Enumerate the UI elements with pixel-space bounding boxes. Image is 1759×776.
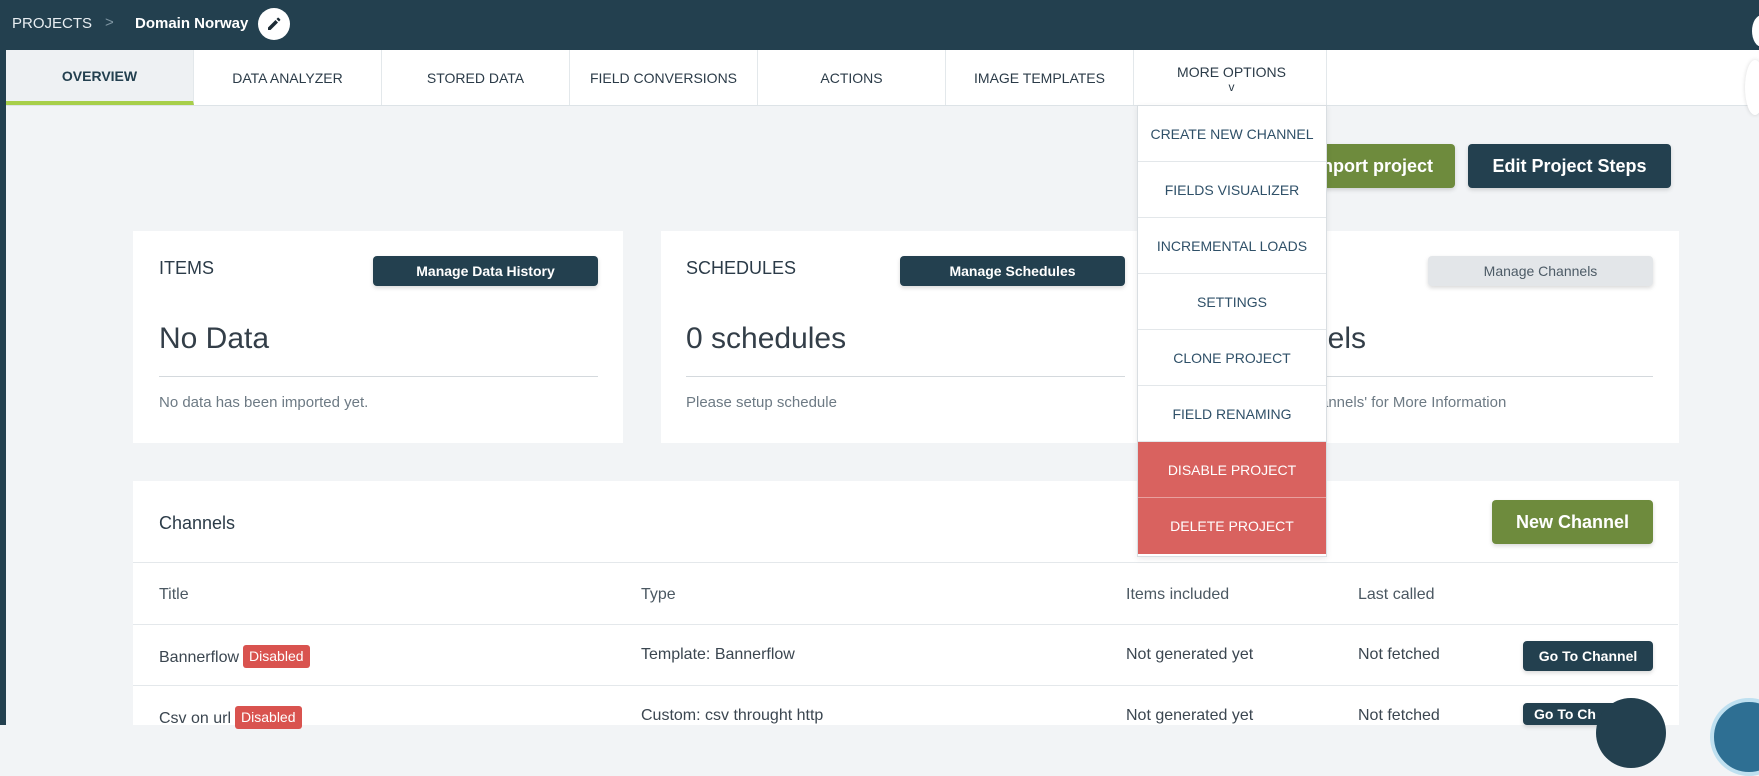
table-header-divider	[133, 562, 1678, 563]
scroll-top-button[interactable]	[1596, 698, 1666, 768]
user-avatar[interactable]	[1752, 15, 1759, 47]
tab-more-options-label: MORE OPTIONS	[1177, 63, 1286, 80]
channel-title: Csv on url	[159, 710, 232, 727]
menu-item-incremental-loads[interactable]: INCREMENTAL LOADS	[1138, 218, 1326, 274]
menu-item-disable-project[interactable]: DISABLE PROJECT	[1138, 442, 1326, 498]
table-row-divider	[133, 685, 1678, 686]
menu-item-field-renaming[interactable]: FIELD RENAMING	[1138, 386, 1326, 442]
channel-items-included: Not generated yet	[1126, 707, 1254, 724]
manage-schedules-button[interactable]: Manage Schedules	[900, 256, 1125, 286]
menu-item-settings[interactable]: SETTINGS	[1138, 274, 1326, 330]
channel-type: Template: Bannerflow	[641, 646, 795, 663]
chat-widget-button[interactable]	[1710, 698, 1759, 776]
items-card-title: ITEMS	[159, 258, 215, 278]
status-badge: Disabled	[235, 706, 302, 729]
tab-stored-data[interactable]: STORED DATA	[382, 50, 570, 105]
channels-table-card	[133, 481, 1679, 725]
channel-title: Bannerflow	[159, 649, 240, 666]
edit-project-steps-button[interactable]: Edit Project Steps	[1468, 144, 1671, 188]
channels-note: annels' for More Information	[1320, 394, 1507, 411]
schedules-divider	[686, 376, 1125, 377]
tab-image-templates[interactable]: IMAGE TEMPLATES	[946, 50, 1134, 105]
column-header-type[interactable]: Type	[641, 586, 676, 604]
channel-title-cell: Bannerflow Disabled	[159, 645, 310, 668]
tab-overview[interactable]: OVERVIEW	[6, 50, 194, 105]
edit-project-name-button[interactable]	[258, 8, 290, 40]
status-badge: Disabled	[243, 645, 310, 668]
chevron-down-icon: v	[1228, 79, 1235, 94]
breadcrumb-separator-icon: >	[105, 14, 114, 31]
schedules-note: Please setup schedule	[686, 394, 837, 411]
tab-data-analyzer[interactable]: DATA ANALYZER	[194, 50, 382, 105]
menu-item-fields-visualizer[interactable]: FIELDS VISUALIZER	[1138, 162, 1326, 218]
manage-channels-button[interactable]: Manage Channels	[1428, 256, 1653, 286]
schedules-count: 0 schedules	[686, 322, 847, 355]
left-edge-strip	[0, 50, 6, 725]
column-header-title[interactable]: Title	[159, 586, 189, 604]
breadcrumb-current: Domain Norway	[135, 15, 249, 32]
project-tabs: OVERVIEW DATA ANALYZER STORED DATA FIELD…	[6, 50, 1759, 106]
tab-more-options[interactable]: MORE OPTIONS v	[1137, 50, 1327, 105]
more-options-menu: CREATE NEW CHANNEL FIELDS VISUALIZER INC…	[1137, 105, 1327, 557]
breadcrumb-projects-link[interactable]: PROJECTS	[12, 15, 92, 32]
side-panel-handle[interactable]	[1745, 60, 1759, 115]
channel-last-called: Not fetched	[1358, 707, 1440, 724]
menu-item-create-new-channel[interactable]: CREATE NEW CHANNEL	[1138, 106, 1326, 162]
tab-actions[interactable]: ACTIONS	[758, 50, 946, 105]
tab-field-conversions[interactable]: FIELD CONVERSIONS	[570, 50, 758, 105]
channel-last-called: Not fetched	[1358, 646, 1440, 663]
channel-items-included: Not generated yet	[1126, 646, 1254, 663]
items-count: No Data	[159, 322, 270, 355]
channels-table-title: Channels	[159, 513, 236, 533]
column-header-last-called[interactable]: Last called	[1358, 586, 1435, 604]
go-to-channel-button[interactable]: Go To Channel	[1523, 641, 1653, 671]
pencil-icon	[268, 17, 281, 30]
manage-data-history-button[interactable]: Manage Data History	[373, 256, 598, 286]
schedules-card-title: SCHEDULES	[686, 258, 797, 278]
new-channel-button[interactable]: New Channel	[1492, 500, 1653, 544]
items-note: No data has been imported yet.	[159, 394, 369, 411]
menu-item-clone-project[interactable]: CLONE PROJECT	[1138, 330, 1326, 386]
items-divider	[159, 376, 598, 377]
channel-type: Custom: csv throught http	[641, 707, 824, 724]
channel-title-cell: Csv on url Disabled	[159, 706, 302, 729]
table-row-divider	[133, 624, 1678, 625]
top-bar: PROJECTS > Domain Norway	[0, 0, 1759, 50]
column-header-items-included[interactable]: Items included	[1126, 586, 1229, 604]
menu-item-delete-project[interactable]: DELETE PROJECT	[1138, 498, 1326, 554]
